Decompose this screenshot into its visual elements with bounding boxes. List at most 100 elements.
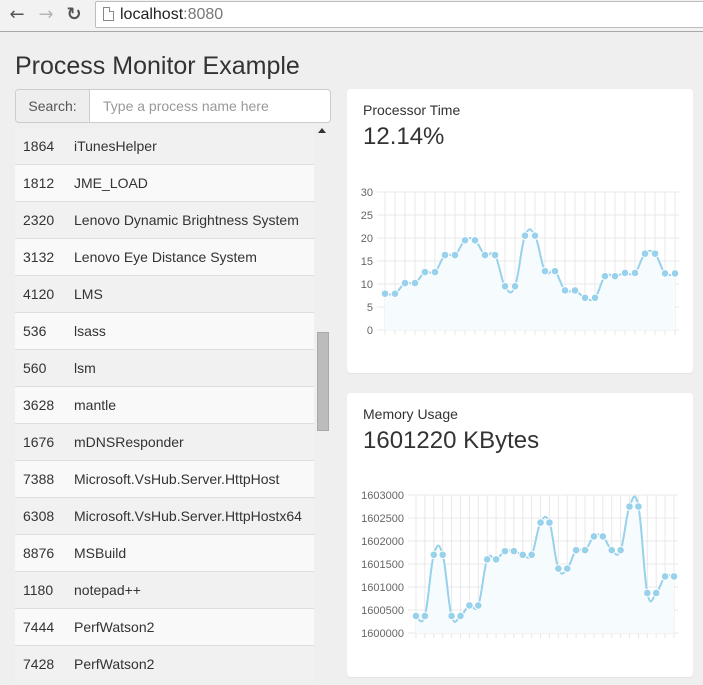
- process-row[interactable]: 7428 PerfWatson2: [15, 645, 314, 682]
- data-point[interactable]: [536, 518, 545, 527]
- data-point[interactable]: [651, 588, 661, 598]
- data-point[interactable]: [447, 611, 456, 621]
- data-point[interactable]: [438, 550, 447, 560]
- data-point[interactable]: [400, 278, 410, 288]
- data-point[interactable]: [500, 282, 510, 291]
- process-row[interactable]: 3628 mantle: [15, 386, 314, 423]
- data-point[interactable]: [616, 545, 625, 555]
- process-row[interactable]: 7388 Microsoft.VsHub.Server.HttpHost: [15, 460, 314, 497]
- data-point[interactable]: [670, 269, 680, 278]
- back-arrow-icon[interactable]: ←: [6, 4, 28, 26]
- data-point[interactable]: [480, 250, 490, 260]
- process-name: lsm: [74, 360, 96, 376]
- process-pid: 560: [23, 360, 47, 376]
- reload-icon[interactable]: ↻: [63, 4, 85, 26]
- y-tick-label: 1601000: [361, 582, 404, 594]
- forward-arrow-icon[interactable]: →: [35, 4, 57, 26]
- data-point[interactable]: [560, 286, 570, 295]
- data-point[interactable]: [450, 250, 460, 260]
- data-point[interactable]: [598, 532, 608, 541]
- process-row[interactable]: 3132 Lenovo Eye Distance System: [15, 238, 314, 275]
- memory-usage-card: Memory Usage 1601220 KBytes 1600000 16005…: [347, 393, 693, 677]
- data-point[interactable]: [640, 249, 650, 258]
- process-row[interactable]: 2320 Lenovo Dynamic Brightness System: [15, 201, 314, 238]
- data-point[interactable]: [643, 588, 652, 598]
- data-point[interactable]: [460, 236, 470, 245]
- data-point[interactable]: [420, 267, 430, 277]
- data-point[interactable]: [580, 545, 590, 555]
- data-point[interactable]: [545, 518, 554, 527]
- search-input[interactable]: [91, 90, 330, 122]
- address-bar[interactable]: localhost:8080: [95, 1, 703, 28]
- process-row[interactable]: 4120 LMS: [15, 275, 314, 312]
- data-point[interactable]: [490, 250, 500, 260]
- process-list-scrollbar[interactable]: [315, 123, 330, 685]
- data-point[interactable]: [650, 249, 660, 258]
- data-point[interactable]: [660, 572, 670, 581]
- data-point[interactable]: [562, 564, 572, 573]
- data-point[interactable]: [620, 268, 630, 278]
- data-point[interactable]: [465, 601, 474, 610]
- data-point[interactable]: [660, 269, 670, 278]
- process-row[interactable]: 7444 PerfWatson2: [15, 608, 314, 645]
- process-name: Microsoft.VsHub.Server.HttpHostx64: [74, 508, 302, 524]
- data-point[interactable]: [590, 293, 600, 303]
- area-fill: [385, 229, 675, 330]
- process-pid: 8876: [23, 545, 55, 561]
- data-point[interactable]: [429, 550, 439, 560]
- data-point[interactable]: [630, 268, 640, 278]
- process-row[interactable]: 8876 MSBuild: [15, 534, 314, 571]
- data-point[interactable]: [390, 289, 400, 298]
- data-point[interactable]: [491, 555, 501, 564]
- data-point[interactable]: [669, 572, 679, 581]
- data-point[interactable]: [550, 266, 560, 276]
- process-row[interactable]: 1812 JME_LOAD: [15, 164, 314, 201]
- data-point[interactable]: [570, 286, 580, 295]
- data-point[interactable]: [509, 546, 519, 556]
- process-pid: 2320: [23, 212, 55, 228]
- data-point[interactable]: [634, 502, 643, 511]
- process-pid: 4120: [23, 286, 55, 302]
- process-row[interactable]: 560 lsm: [15, 349, 314, 386]
- browser-toolbar: ← → ↻ localhost:8080: [0, 0, 703, 32]
- process-name: mantle: [74, 397, 117, 413]
- data-point[interactable]: [625, 502, 634, 511]
- data-point[interactable]: [607, 545, 617, 555]
- process-pid: 1864: [23, 138, 55, 154]
- data-point[interactable]: [580, 293, 590, 303]
- data-point[interactable]: [470, 236, 480, 245]
- data-point[interactable]: [510, 282, 520, 291]
- process-row[interactable]: 536 lsass: [15, 312, 314, 349]
- y-tick-label: 1600000: [361, 628, 404, 640]
- data-point[interactable]: [500, 546, 510, 556]
- data-point[interactable]: [473, 601, 483, 610]
- data-point[interactable]: [456, 611, 465, 621]
- data-point[interactable]: [380, 289, 390, 298]
- process-row[interactable]: 1864 iTunesHelper: [15, 128, 314, 164]
- scroll-up-arrow-icon[interactable]: [318, 128, 326, 133]
- data-point[interactable]: [440, 250, 450, 260]
- data-point[interactable]: [518, 550, 528, 560]
- data-point[interactable]: [610, 271, 620, 281]
- data-point[interactable]: [420, 611, 430, 621]
- process-row[interactable]: 1676 mDNSResponder: [15, 423, 314, 460]
- data-point[interactable]: [589, 532, 599, 541]
- data-point[interactable]: [520, 231, 530, 240]
- scrollbar-thumb[interactable]: [317, 332, 329, 431]
- data-point[interactable]: [482, 555, 492, 564]
- process-pid: 3132: [23, 249, 55, 265]
- process-row[interactable]: 1180 notepad++: [15, 571, 314, 608]
- data-point[interactable]: [410, 278, 420, 288]
- data-point[interactable]: [411, 611, 421, 621]
- data-point[interactable]: [530, 231, 540, 240]
- process-list: 1864 iTunesHelper 1812 JME_LOAD 2320 Lenovo D…: [15, 128, 314, 685]
- process-name: lsass: [74, 323, 106, 339]
- data-point[interactable]: [540, 266, 550, 276]
- data-point[interactable]: [554, 564, 563, 573]
- data-point[interactable]: [571, 545, 581, 555]
- process-pid: 3628: [23, 397, 55, 413]
- process-row[interactable]: 6308 Microsoft.VsHub.Server.HttpHostx64: [15, 497, 314, 534]
- data-point[interactable]: [527, 550, 536, 560]
- data-point[interactable]: [430, 267, 440, 277]
- data-point[interactable]: [600, 271, 610, 281]
